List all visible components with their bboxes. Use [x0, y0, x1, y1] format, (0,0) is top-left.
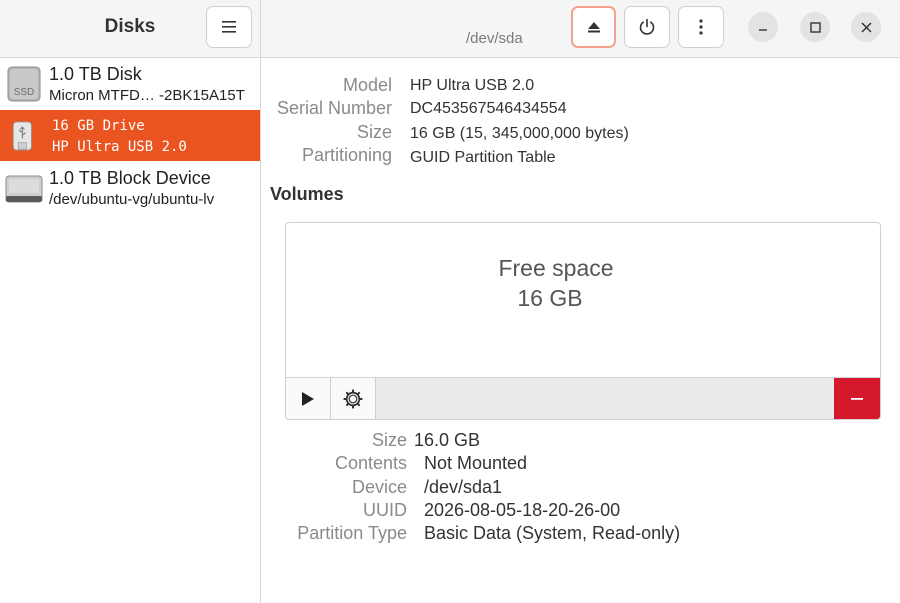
disk-item-usb-drive[interactable]: 16 GB Drive HP Ultra USB 2.0	[0, 110, 260, 161]
model-label: Model	[342, 75, 392, 95]
main-menu-button[interactable]	[206, 6, 252, 48]
disk-name: 1.0 TB Disk	[49, 64, 142, 84]
disk-item-block-device[interactable]: 1.0 TB Block Device /dev/ubuntu-vg/ubunt…	[0, 162, 260, 213]
sidebar-header: Disks	[0, 0, 260, 58]
minimize-icon	[759, 29, 767, 31]
main-header: /dev/sda	[261, 0, 900, 58]
more-options-button[interactable]	[678, 6, 724, 48]
partition-type-label: Partition Type	[297, 523, 407, 543]
minus-icon	[851, 398, 863, 400]
svg-text:SSD: SSD	[14, 87, 35, 98]
volumes-map: Free space 16 GB	[285, 222, 881, 420]
ssd-icon: SSD	[7, 66, 41, 102]
power-off-button[interactable]	[624, 6, 670, 48]
device-value: /dev/sda1	[424, 477, 503, 497]
partitioning-value: GUID Partition Table	[410, 149, 556, 166]
partition-size-value: 16.0 GB	[414, 430, 481, 450]
eject-button[interactable]	[571, 6, 616, 48]
disk-name: 16 GB Drive	[52, 118, 145, 134]
size-label: Size	[356, 122, 392, 142]
maximize-button[interactable]	[800, 12, 830, 42]
power-icon	[639, 18, 655, 35]
disk-subtitle: Micron MTFD… -2BK15A15T	[49, 87, 245, 104]
partition-options-button[interactable]	[331, 378, 376, 419]
usb-drive-icon	[12, 121, 32, 151]
close-button[interactable]	[851, 12, 881, 42]
volume-toolbar	[286, 377, 880, 419]
partition-size-label: Size	[371, 430, 407, 450]
model-value: HP Ultra USB 2.0	[410, 77, 535, 94]
uuid-value: 2026-08-05-18-20-26-00	[424, 500, 621, 520]
disk-list-sidebar: Disks SSD 1.0 TB Disk Micron MTFD… -2BK1…	[0, 0, 261, 603]
contents-value: Not Mounted	[424, 453, 528, 473]
volumes-heading: Volumes	[270, 184, 344, 204]
disk-subtitle: /dev/ubuntu-vg/ubuntu-lv	[49, 191, 215, 208]
more-options-icon	[699, 19, 703, 35]
free-space-size: 16 GB	[517, 285, 583, 311]
hamburger-menu-icon	[222, 21, 236, 33]
serial-number-value: DC453567546434554	[410, 100, 567, 117]
disk-name: 1.0 TB Block Device	[49, 168, 211, 188]
free-space-label: Free space	[498, 255, 614, 281]
free-space-segment[interactable]: Free space 16 GB	[286, 223, 880, 377]
disk-item-ssd[interactable]: SSD 1.0 TB Disk Micron MTFD… -2BK15A15T	[0, 58, 260, 109]
device-path-title: /dev/sda	[466, 30, 523, 47]
minimize-button[interactable]	[748, 12, 778, 42]
close-icon	[860, 21, 872, 33]
mount-button[interactable]	[286, 378, 331, 419]
disk-subtitle: HP Ultra USB 2.0	[52, 139, 187, 155]
size-value: 16 GB (15, 345,000,000 bytes)	[410, 125, 629, 142]
partitioning-label: Partitioning	[301, 145, 392, 165]
eject-icon	[587, 22, 600, 33]
serial-number-label: Serial Number	[276, 98, 392, 118]
gear-icon	[343, 389, 363, 409]
uuid-label: UUID	[363, 500, 407, 520]
partition-type-value: Basic Data (System, Read-only)	[424, 523, 681, 543]
device-label: Device	[351, 477, 407, 497]
block-device-icon	[5, 175, 43, 203]
contents-label: Contents	[334, 453, 407, 473]
maximize-icon	[809, 21, 821, 33]
play-icon	[302, 392, 314, 406]
delete-partition-button[interactable]	[834, 378, 880, 419]
